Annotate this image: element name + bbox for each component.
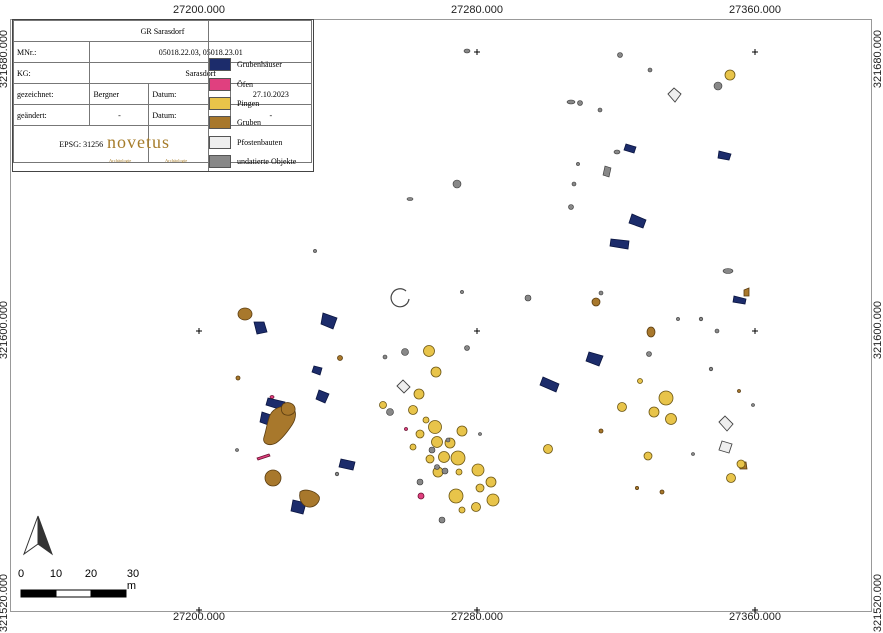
- coord-left-2: 321600.000: [0, 300, 10, 360]
- coord-top-3: 27360.000: [729, 4, 781, 16]
- legend-swatch: [209, 96, 231, 110]
- logo-sub-right: Archäologie: [165, 158, 188, 163]
- logo-wordmark: novetus: [107, 132, 170, 152]
- coord-left-3: 321520.000: [0, 573, 10, 633]
- legend-swatch: [209, 135, 231, 149]
- coord-bottom-1: 27200.000: [173, 611, 225, 623]
- coord-bottom-2: 27280.000: [451, 611, 503, 623]
- coord-bottom-3: 27360.000: [729, 611, 781, 623]
- legend-label: Öfen: [237, 79, 253, 89]
- scale-label-0: 0: [17, 568, 25, 580]
- coord-top-1: 27200.000: [173, 4, 225, 16]
- legend-label: Gruben: [237, 117, 261, 127]
- drawn-label: gezeichnet:: [12, 83, 91, 105]
- legend-label: Pingen: [237, 98, 260, 108]
- mnr-label: MNr.:: [12, 41, 91, 63]
- legend-item-oefen: Öfen: [209, 76, 253, 92]
- legend-item-grubenhaeuser: Grubenhäuser: [209, 56, 282, 72]
- legend-item-pingen: Pingen: [209, 95, 259, 111]
- legend-label: undatierte Objekte: [237, 156, 297, 166]
- coord-right-3: 321520.000: [872, 573, 883, 633]
- logo-sub-left: Archäologie: [109, 158, 132, 163]
- coord-right-1: 321680.000: [872, 29, 883, 89]
- scale-bar: [20, 589, 127, 598]
- scale-label-10: 10: [49, 568, 63, 580]
- changed-label: geändert:: [12, 104, 91, 126]
- scale-label-20: 20: [84, 568, 98, 580]
- novetus-logo: novetus Archäologie Archäologie: [107, 132, 203, 170]
- coord-top-2: 27280.000: [451, 4, 503, 16]
- legend-item-undatiert: undatierte Objekte: [209, 153, 296, 169]
- legend-label: Pfostenbauten: [237, 137, 283, 147]
- legend-swatch: [209, 57, 231, 71]
- coord-left-1: 321680.000: [0, 29, 10, 89]
- kg-label: KG:: [12, 62, 91, 84]
- project-title: GR Sarasdorf: [13, 20, 312, 42]
- title-block: GR Sarasdorf MNr.: 05018.22.03, 05018.23…: [12, 19, 314, 172]
- legend-item-gruben: Gruben: [209, 114, 261, 130]
- coord-right-2: 321600.000: [872, 300, 883, 360]
- legend-swatch: [209, 154, 231, 168]
- legend-item-pfostenbauten: Pfostenbauten: [209, 134, 282, 150]
- drawn-by: Bergner: [89, 83, 150, 105]
- legend-swatch: [209, 115, 231, 129]
- legend-swatch: [209, 77, 231, 91]
- legend-label: Grubenhäuser: [237, 59, 282, 69]
- changed-by: -: [89, 104, 150, 126]
- scale-label-30: 30 m: [126, 568, 140, 592]
